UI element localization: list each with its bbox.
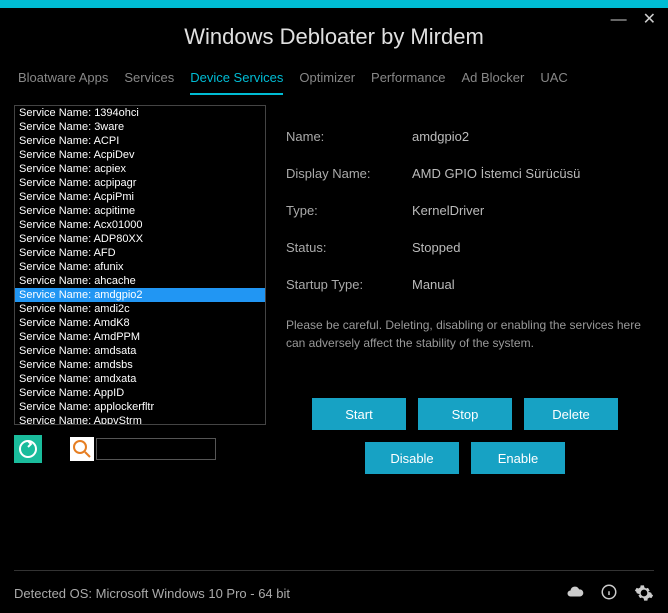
enable-button[interactable]: Enable bbox=[471, 442, 565, 474]
list-item[interactable]: Service Name: AmdK8 bbox=[15, 316, 265, 330]
tab-optimizer[interactable]: Optimizer bbox=[299, 70, 355, 95]
list-item[interactable]: Service Name: acpipagr bbox=[15, 176, 265, 190]
stop-button[interactable]: Stop bbox=[418, 398, 512, 430]
window-controls: — ✕ bbox=[611, 12, 656, 28]
app-title: Windows Debloater by Mirdem bbox=[0, 8, 668, 70]
list-item[interactable]: Service Name: amdi2c bbox=[15, 302, 265, 316]
service-list[interactable]: Service Name: 1394ohciService Name: 3war… bbox=[14, 105, 266, 425]
list-item[interactable]: Service Name: AppvStrm bbox=[15, 414, 265, 424]
list-item[interactable]: Service Name: AcpiDev bbox=[15, 148, 265, 162]
tab-services[interactable]: Services bbox=[124, 70, 174, 95]
delete-button[interactable]: Delete bbox=[524, 398, 618, 430]
list-item[interactable]: Service Name: ACPI bbox=[15, 134, 265, 148]
list-item[interactable]: Service Name: afunix bbox=[15, 260, 265, 274]
list-item[interactable]: Service Name: Acx01000 bbox=[15, 218, 265, 232]
tab-bloatware-apps[interactable]: Bloatware Apps bbox=[18, 70, 108, 95]
warning-text: Please be careful. Deleting, disabling o… bbox=[286, 316, 644, 352]
search-icon[interactable] bbox=[68, 435, 96, 463]
disable-button[interactable]: Disable bbox=[365, 442, 459, 474]
list-item[interactable]: Service Name: ADP80XX bbox=[15, 232, 265, 246]
list-item[interactable]: Service Name: AppID bbox=[15, 386, 265, 400]
start-button[interactable]: Start bbox=[312, 398, 406, 430]
list-item[interactable]: Service Name: AcpiPmi bbox=[15, 190, 265, 204]
search-input[interactable] bbox=[96, 438, 216, 460]
close-button[interactable]: ✕ bbox=[643, 12, 656, 28]
status-bar: Detected OS: Microsoft Windows 10 Pro - … bbox=[14, 570, 654, 603]
list-item[interactable]: Service Name: acpiex bbox=[15, 162, 265, 176]
info-icon[interactable] bbox=[600, 583, 618, 601]
tab-ad-blocker[interactable]: Ad Blocker bbox=[461, 70, 524, 95]
status-value: Stopped bbox=[412, 240, 460, 255]
display-name-value: AMD GPIO İstemci Sürücüsü bbox=[412, 166, 580, 181]
detected-os: Detected OS: Microsoft Windows 10 Pro - … bbox=[14, 586, 290, 601]
type-label: Type: bbox=[286, 203, 412, 218]
cloud-icon[interactable] bbox=[566, 583, 584, 601]
startup-type-label: Startup Type: bbox=[286, 277, 412, 292]
list-item[interactable]: Service Name: amdsbs bbox=[15, 358, 265, 372]
list-item[interactable]: Service Name: 1394ohci bbox=[15, 106, 265, 120]
list-item[interactable]: Service Name: acpitime bbox=[15, 204, 265, 218]
status-label: Status: bbox=[286, 240, 412, 255]
list-item[interactable]: Service Name: amdsata bbox=[15, 344, 265, 358]
startup-type-value: Manual bbox=[412, 277, 455, 292]
minimize-button[interactable]: — bbox=[611, 12, 627, 28]
list-item[interactable]: Service Name: ahcache bbox=[15, 274, 265, 288]
list-item[interactable]: Service Name: AmdPPM bbox=[15, 330, 265, 344]
detail-panel: Name: amdgpio2 Display Name: AMD GPIO İs… bbox=[276, 105, 654, 515]
name-value: amdgpio2 bbox=[412, 129, 469, 144]
list-item[interactable]: Service Name: amdgpio2 bbox=[15, 288, 265, 302]
tab-uac[interactable]: UAC bbox=[540, 70, 567, 95]
title-bar-accent bbox=[0, 0, 668, 8]
name-label: Name: bbox=[286, 129, 412, 144]
tab-performance[interactable]: Performance bbox=[371, 70, 445, 95]
list-item[interactable]: Service Name: amdxata bbox=[15, 372, 265, 386]
list-item[interactable]: Service Name: AFD bbox=[15, 246, 265, 260]
refresh-icon[interactable] bbox=[14, 435, 42, 463]
tab-device-services[interactable]: Device Services bbox=[190, 70, 283, 95]
type-value: KernelDriver bbox=[412, 203, 484, 218]
tabs: Bloatware Apps Services Device Services Opt… bbox=[0, 70, 668, 95]
display-name-label: Display Name: bbox=[286, 166, 412, 181]
list-item[interactable]: Service Name: applockerfltr bbox=[15, 400, 265, 414]
gear-icon[interactable] bbox=[634, 583, 654, 603]
list-item[interactable]: Service Name: 3ware bbox=[15, 120, 265, 134]
